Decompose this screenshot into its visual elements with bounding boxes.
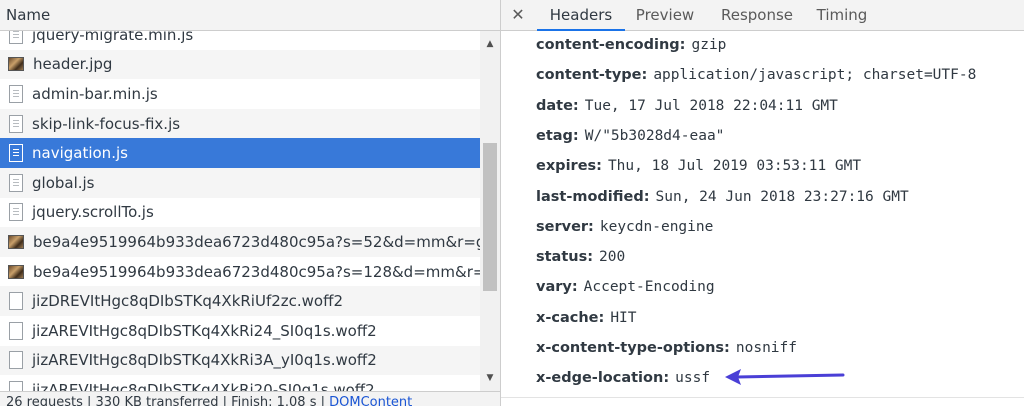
header-value: ussf [675, 370, 711, 387]
response-header-row: status: 200 [536, 246, 625, 268]
script-file-icon [9, 31, 23, 44]
close-icon[interactable]: ✕ [510, 0, 526, 31]
header-value: Thu, 18 Jul 2019 03:53:11 GMT [607, 158, 862, 175]
scroll-down-arrow-icon[interactable]: ▼ [480, 369, 500, 387]
request-name: global.js [32, 173, 95, 192]
request-name: jquery.scrollTo.js [32, 203, 154, 222]
status-summary-text: 26 requests | 330 KB transferred | Finis… [6, 395, 330, 406]
request-row[interactable]: be9a4e9519964b933dea6723d480c95a?s=128&d… [0, 257, 480, 287]
font-file-icon [9, 292, 23, 311]
request-name: header.jpg [33, 55, 113, 74]
request-row[interactable]: navigation.js [0, 138, 480, 168]
response-header-row: x-edge-location: ussf [536, 367, 710, 389]
request-row[interactable]: jizAREVItHgc8qDIbSTKq4XkRi24_SI0q1s.woff… [0, 316, 480, 346]
request-row[interactable]: header.jpg [0, 49, 480, 80]
request-row[interactable]: skip-link-focus-fix.js [0, 108, 480, 139]
request-row[interactable]: jizAREVItHgc8qDIbSTKq4XkRi3A_yI0q1s.woff… [0, 345, 480, 376]
request-list: jquery-migrate.min.js header.jpg admin-bar… [0, 31, 480, 391]
script-file-icon [9, 84, 23, 103]
header-value: 200 [599, 249, 626, 266]
name-column-label: Name [6, 6, 51, 24]
response-headers-list: content-encoding: gzip content-type: applic… [501, 31, 1024, 397]
request-name: jizDREVItHgc8qDIbSTKq4XkRiUf2zc.woff2 [32, 292, 343, 311]
name-column-header[interactable]: Name [0, 0, 500, 31]
dom-content-loaded-link[interactable]: DOMContent [329, 395, 412, 406]
header-value: Tue, 17 Jul 2018 22:04:11 GMT [584, 97, 838, 114]
response-header-row: x-content-type-options: nosniff [536, 337, 797, 359]
tab-headers[interactable]: Headers [537, 0, 625, 31]
script-file-icon [9, 203, 23, 222]
request-name: admin-bar.min.js [32, 84, 158, 103]
request-name: be9a4e9519964b933dea6723d480c95a?s=128&d… [33, 262, 480, 281]
header-value: application/javascript; charset=UTF-8 [653, 67, 977, 84]
response-header-row: content-type: application/javascript; cha… [536, 64, 976, 86]
request-name: be9a4e9519964b933dea6723d480c95a?s=52&d=… [33, 232, 480, 251]
header-value: nosniff [735, 340, 797, 356]
response-header-row: server: keycdn-engine [536, 216, 713, 238]
pane-bottom-border [501, 397, 1024, 398]
image-thumbnail-icon [8, 57, 24, 72]
header-key: last-modified: [536, 188, 650, 205]
request-list-scrollbar[interactable]: ▲ ▼ [480, 31, 500, 391]
request-name: skip-link-focus-fix.js [32, 114, 181, 133]
header-value: W/"5b3028d4-eaa" [584, 127, 725, 144]
request-row[interactable]: jquery.scrollTo.js [0, 198, 480, 228]
request-name: jizAREVItHgc8qDIbSTKq4XkRi3A_yI0q1s.woff… [32, 351, 377, 370]
header-key: content-encoding: [536, 37, 686, 53]
header-value: keycdn-engine [599, 218, 714, 235]
detail-tab-bar: ✕ Headers Preview Response Timing [501, 0, 1024, 31]
font-file-icon [9, 351, 23, 370]
scrollbar-thumb[interactable] [483, 143, 497, 291]
header-key: expires: [536, 158, 602, 175]
header-value: HIT [610, 309, 637, 326]
script-file-icon [9, 144, 23, 163]
header-key: vary: [536, 279, 578, 296]
image-thumbnail-icon [8, 264, 24, 279]
scroll-up-arrow-icon[interactable]: ▲ [480, 35, 500, 53]
response-header-row: x-cache: HIT [536, 307, 637, 329]
request-row[interactable]: be9a4e9519964b933dea6723d480c95a?s=52&d=… [0, 227, 480, 257]
response-header-row: date: Tue, 17 Jul 2018 22:04:11 GMT [536, 95, 838, 117]
request-name: navigation.js [32, 144, 128, 163]
script-file-icon [9, 173, 23, 192]
response-header-row: etag: W/"5b3028d4-eaa" [536, 125, 724, 147]
response-header-row: last-modified: Sun, 24 Jun 2018 23:27:16 … [536, 186, 909, 208]
request-row[interactable]: jquery-migrate.min.js [0, 31, 480, 50]
tab-preview[interactable]: Preview [627, 0, 703, 31]
script-file-icon [9, 114, 23, 133]
header-value: Accept-Encoding [583, 279, 715, 296]
font-file-icon [9, 321, 23, 340]
header-key: content-type: [536, 67, 648, 84]
header-key: status: [536, 249, 594, 266]
tab-timing[interactable]: Timing [811, 0, 873, 31]
request-row[interactable]: jizDREVItHgc8qDIbSTKq4XkRiUf2zc.woff2 [0, 286, 480, 316]
response-header-row: vary: Accept-Encoding [536, 276, 715, 298]
header-key: x-content-type-options: [536, 340, 730, 356]
header-value: gzip [691, 37, 727, 53]
annotation-arrow-icon [725, 369, 845, 385]
tab-response[interactable]: Response [711, 0, 803, 31]
request-name: jizAREVItHgc8qDIbSTKq4XkRi20-SI0q1s.woff… [32, 380, 375, 391]
font-file-icon [9, 380, 23, 391]
header-key: x-cache: [536, 309, 605, 326]
header-key: x-edge-location: [536, 370, 670, 387]
response-header-row: expires: Thu, 18 Jul 2019 03:53:11 GMT [536, 155, 861, 177]
header-key: date: [536, 97, 579, 114]
header-key: server: [536, 218, 594, 235]
request-name: jizAREVItHgc8qDIbSTKq4XkRi24_SI0q1s.woff… [32, 321, 377, 340]
network-summary-status-bar: 26 requests | 330 KB transferred | Finis… [0, 391, 500, 406]
request-list-pane: Name jquery-migrate.min.js header.jpg admi… [0, 0, 500, 406]
header-key: etag: [536, 127, 579, 144]
image-thumbnail-icon [8, 234, 24, 249]
request-row[interactable]: global.js [0, 168, 480, 198]
response-header-row: content-encoding: gzip [536, 34, 726, 56]
request-name: jquery-migrate.min.js [32, 31, 194, 44]
request-row[interactable]: jizAREVItHgc8qDIbSTKq4XkRi20-SI0q1s.woff… [0, 375, 480, 391]
request-detail-pane: ✕ Headers Preview Response Timing conten… [501, 0, 1024, 406]
request-row[interactable]: admin-bar.min.js [0, 79, 480, 109]
header-value: Sun, 24 Jun 2018 23:27:16 GMT [655, 188, 909, 205]
